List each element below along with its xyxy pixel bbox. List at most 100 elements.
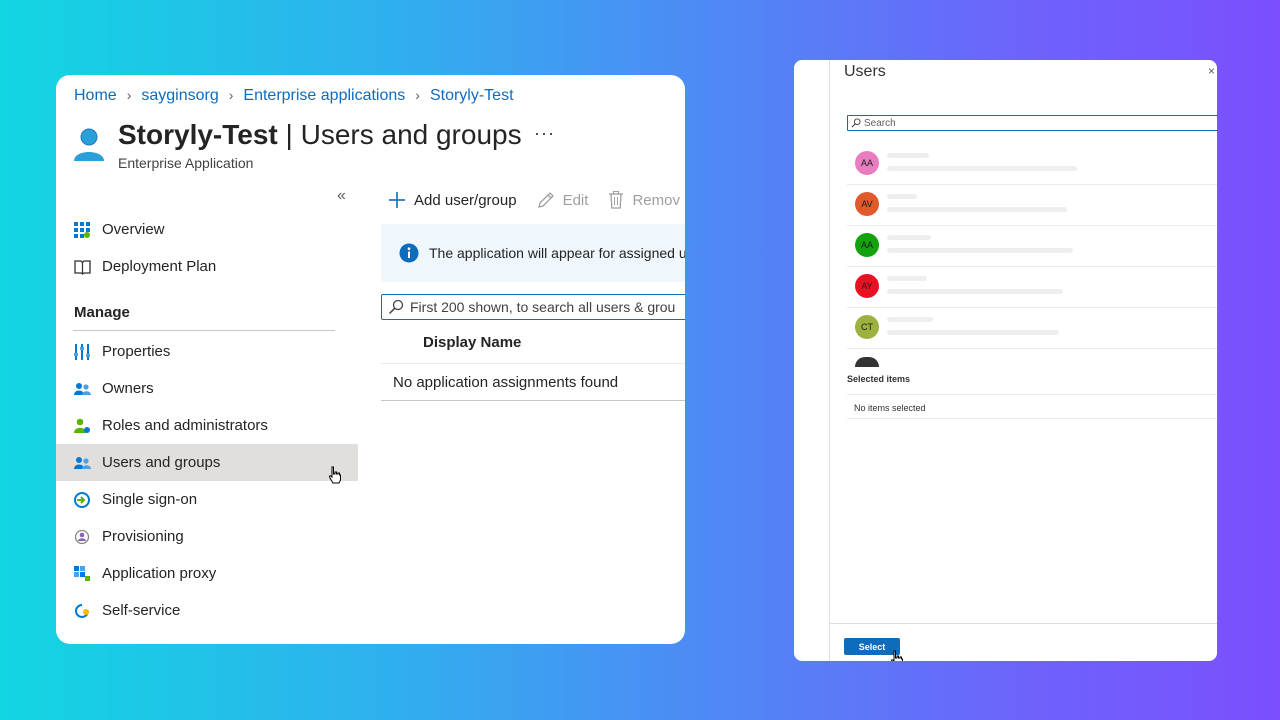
user-name-blurred [887,153,929,158]
more-options-button[interactable]: ··· [534,123,555,144]
add-user-group-button[interactable]: Add user/group [388,191,517,209]
manage-heading: Manage [74,304,130,321]
user-name-blurred [887,276,927,281]
nav-item-roles-admins[interactable]: Roles and administrators [56,407,358,444]
breadcrumb: Home › sayginsorg › Enterprise applicati… [74,87,514,105]
user-list-item[interactable]: AA [847,225,1217,267]
app-blade: Home › sayginsorg › Enterprise applicati… [56,75,685,644]
avatar: AA [855,151,879,175]
panel-title: Users [844,63,886,80]
user-list-item[interactable]: CT [847,307,1217,349]
chevron-right-icon: › [126,87,132,103]
info-icon [399,243,419,263]
column-header-display-name[interactable]: Display Name [423,334,521,351]
nav-item-self-service[interactable]: Self-service [56,592,358,629]
user-name-blurred [887,235,931,240]
user-list-item[interactable]: AV [847,184,1217,226]
search-icon [851,118,861,128]
avatar: CT [855,315,879,339]
search-placeholder: First 200 shown, to search all users & g… [410,299,676,315]
panel-border [829,60,830,661]
avatar [855,357,879,367]
nav-label: Users and groups [102,454,221,471]
people-icon [73,380,91,398]
selected-items-heading: Selected items [847,374,911,384]
nav-item-deployment-plan[interactable]: Deployment Plan [56,248,358,285]
nav-item-overview[interactable]: Overview [56,211,358,248]
page-title: Storyly-Test | Users and groups [118,119,522,151]
page-subtitle: Enterprise Application [118,155,254,171]
user-list-item[interactable]: AY [847,266,1217,308]
divider [829,623,1217,624]
user-name-blurred [887,194,917,199]
search-placeholder: Search [864,117,896,129]
provisioning-icon [73,528,91,546]
sign-on-icon [73,491,91,509]
add-label: Add user/group [414,191,517,209]
nav-label: Deployment Plan [102,258,217,275]
close-icon[interactable]: × [1208,64,1215,78]
nav-label: Owners [102,380,154,397]
nav-label: Properties [102,343,171,360]
user-search-input[interactable]: Search [847,115,1217,131]
self-service-icon [73,602,91,620]
search-assignments-input[interactable]: First 200 shown, to search all users & g… [381,294,685,320]
user-email-blurred [887,330,1059,335]
user-email-blurred [887,166,1077,171]
user-email-blurred [887,207,1067,212]
user-name-blurred [887,317,933,322]
people-icon [73,454,91,472]
nav-label: Single sign-on [102,491,198,508]
edit-button[interactable]: Edit [537,191,589,209]
section-name: Users and groups [300,119,522,150]
search-icon [388,299,404,315]
no-items-text: No items selected [854,403,926,413]
nav-label: Roles and administrators [102,417,268,434]
nav-label: Application proxy [102,565,217,582]
nav-item-properties[interactable]: Properties [56,333,358,370]
plus-icon [388,191,406,209]
divider [73,330,335,331]
pencil-icon [537,191,555,209]
chevron-right-icon: › [415,87,420,103]
nav-item-users-groups[interactable]: Users and groups [56,444,358,481]
nav-label: Provisioning [102,528,184,545]
chevron-right-icon: › [228,87,234,103]
nav-item-provisioning[interactable]: Provisioning [56,518,358,555]
edit-label: Edit [562,191,589,209]
nav-item-owners[interactable]: Owners [56,370,358,407]
divider [847,394,1217,395]
nav-label: Self-service [102,602,181,619]
properties-icon [73,343,91,361]
remove-button[interactable]: Remov [608,191,680,209]
divider [381,400,685,401]
avatar: AY [855,274,879,298]
title-separator: | [285,119,293,150]
app-name: Storyly-Test [118,119,278,150]
breadcrumb-org[interactable]: sayginsorg [141,87,218,105]
command-bar: Add user/group Edit Remov [388,191,685,209]
book-icon [73,258,91,276]
breadcrumb-enterprise-apps[interactable]: Enterprise applications [243,87,405,105]
remove-label: Remov [632,191,680,209]
avatar: AA [855,233,879,257]
nav-item-single-sign-on[interactable]: Single sign-on [56,481,358,518]
info-text: The application will appear for assigned… [429,245,685,261]
user-email-blurred [887,289,1063,294]
breadcrumb-home[interactable]: Home [74,87,117,105]
breadcrumb-app[interactable]: Storyly-Test [430,87,514,105]
nav-item-application-proxy[interactable]: Application proxy [56,555,358,592]
admin-user-icon [73,417,91,435]
users-picker-panel: Users × Search AA AV AA AY CT Selected i… [794,60,1217,661]
divider [381,363,685,364]
empty-state-text: No application assignments found [393,374,619,391]
app-proxy-icon [73,565,91,583]
avatar: AV [855,192,879,216]
hand-cursor-icon [890,650,904,661]
collapse-menu-button[interactable]: « [337,187,346,205]
info-banner: The application will appear for assigned… [381,224,685,282]
trash-icon [608,191,624,209]
user-list-item[interactable]: AA [847,143,1217,185]
divider [847,418,1217,419]
grid-icon [73,221,91,239]
